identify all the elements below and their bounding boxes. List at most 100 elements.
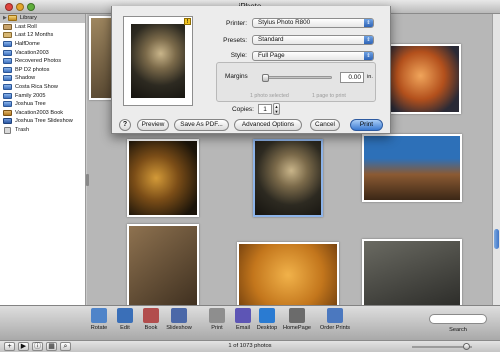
sidebar-item[interactable]: Last 12 Months [0, 31, 85, 40]
book-icon [143, 308, 159, 323]
album-icon [3, 58, 12, 65]
preview-photo [131, 24, 185, 98]
album-icon [3, 66, 12, 73]
toolbar-button-label: Order Prints [319, 325, 351, 331]
zoom-slider[interactable] [412, 343, 472, 350]
margins-slider-knob[interactable] [262, 74, 269, 82]
grid-scrollbar[interactable] [492, 14, 500, 305]
print-sheet: ! Printer: Stylus Photo R800 ⇕ Presets: … [111, 6, 391, 134]
sidebar-item[interactable]: HalfDome [0, 40, 85, 49]
photo-thumbnail[interactable] [127, 139, 199, 217]
source-list: ▶ Library Last Roll Last 12 Months HalfDome V… [0, 14, 86, 305]
sidebar-item-label: Vacation2003 [15, 49, 49, 56]
homepage-icon [289, 308, 305, 323]
keyword-icon[interactable]: ⌕ [60, 342, 71, 351]
sidebar-item-label: Vacation2003 Book [15, 109, 64, 116]
toolbar-button-label: Slideshow [166, 325, 192, 331]
preview-button[interactable]: Preview [137, 119, 169, 131]
disclosure-triangle-icon[interactable]: ▶ [3, 15, 7, 21]
sidebar-item-label: Trash [15, 127, 30, 134]
cancel-button[interactable]: Cancel [310, 119, 340, 131]
popup-arrows-icon: ⇕ [364, 19, 373, 27]
photo-thumbnail[interactable] [387, 44, 461, 114]
sidebar-item[interactable]: Joshua Tree Slideshow [0, 117, 85, 126]
toolbar-button-label: HomePage [283, 325, 311, 331]
sidebar-item[interactable]: Last Roll [0, 23, 85, 32]
style-label: Style: [230, 52, 247, 59]
sidebar-item[interactable]: Vacation2003 Book [0, 109, 85, 118]
sidebar-item-label: Joshua Tree Slideshow [15, 118, 73, 125]
sidebar-item[interactable]: Trash [0, 126, 85, 135]
status-bar: 1 of 1073 photos + ▶ ⓘ ▦ ⌕ [0, 340, 500, 352]
film-roll-icon [3, 23, 12, 30]
low-resolution-warning-icon: ! [184, 18, 191, 25]
printer-popup-value: Stylus Photo R800 [258, 19, 311, 26]
zoom-slider-knob[interactable] [463, 343, 470, 350]
sidebar-item-label: HalfDome [15, 41, 40, 48]
sidebar-item[interactable]: Vacation2003 [0, 48, 85, 57]
order-prints-button[interactable]: Order Prints [318, 308, 352, 331]
slideshow-button[interactable]: Slideshow [162, 308, 196, 331]
search-field[interactable] [429, 314, 487, 324]
scrollbar-thumb[interactable] [494, 229, 499, 249]
library-icon [7, 15, 17, 22]
album-icon [3, 101, 12, 108]
desktop-icon [259, 308, 275, 323]
calendar-icon[interactable]: ▦ [46, 342, 57, 351]
help-button[interactable]: ? [119, 119, 131, 131]
save-as-pdf-button[interactable]: Save As PDF... [174, 119, 229, 131]
sidebar-item[interactable]: BP D2 photos [0, 66, 85, 75]
margins-unit: in. [367, 74, 373, 80]
album-icon [3, 41, 12, 48]
add-icon[interactable]: + [4, 342, 15, 351]
slideshow-icon [3, 118, 12, 125]
sidebar-item-label: Shadow [15, 75, 36, 82]
print-icon [209, 308, 225, 323]
album-icon [3, 92, 12, 99]
sidebar-item[interactable]: Joshua Tree [0, 100, 85, 109]
desktop-button[interactable]: Desktop [250, 308, 284, 331]
album-icon [3, 49, 12, 56]
sidebar-item[interactable]: Family 2005 [0, 91, 85, 100]
email-icon [235, 308, 251, 323]
photo-thumbnail-selected[interactable] [253, 139, 323, 217]
copies-stepper[interactable]: ▲ ▼ [273, 103, 280, 115]
homepage-button[interactable]: HomePage [280, 308, 314, 331]
slideshow-icon [171, 308, 187, 323]
sidebar-item-label: Library [19, 15, 37, 22]
order-prints-icon [327, 308, 343, 323]
margins-field[interactable]: 0.00 [340, 72, 364, 83]
pages-to-print-note: 1 page to print [312, 93, 346, 99]
sidebar-item[interactable]: Recovered Photos [0, 57, 85, 66]
sidebar-item-label: Recovered Photos [15, 58, 62, 65]
sidebar-item[interactable]: ▶ Library [0, 14, 85, 23]
advanced-options-button[interactable]: Advanced Options [234, 119, 302, 131]
margins-group: Margins 0.00 in. 1 photo selected 1 page… [216, 62, 376, 102]
print-button[interactable]: Print [350, 119, 383, 131]
photo-thumbnail[interactable] [362, 134, 462, 202]
sidebar-item[interactable]: Shadow [0, 74, 85, 83]
style-popup[interactable]: Full Page ⇕ [252, 51, 374, 61]
album-icon [3, 84, 12, 91]
sidebar-item-label: BP D2 photos [15, 66, 50, 73]
photo-thumbnail[interactable] [237, 242, 339, 305]
photo-thumbnail[interactable] [127, 224, 199, 305]
search-label: Search [449, 327, 467, 333]
book-icon [3, 109, 12, 116]
presets-popup[interactable]: Standard ⇕ [252, 35, 374, 45]
photo-thumbnail[interactable] [362, 239, 462, 305]
popup-arrows-icon: ⇕ [364, 36, 373, 44]
album-icon [3, 75, 12, 82]
popup-arrows-icon: ⇕ [364, 52, 373, 60]
sidebar-item-label: Family 2005 [15, 92, 46, 99]
pane-splitter[interactable] [86, 174, 89, 186]
sidebar-item-label: Last Roll [15, 23, 37, 30]
calendar-icon [3, 32, 12, 39]
margins-slider[interactable] [262, 74, 332, 82]
info-icon[interactable]: ⓘ [32, 342, 43, 351]
printer-popup[interactable]: Stylus Photo R800 ⇕ [252, 18, 374, 28]
sidebar-item[interactable]: Costa Rica Show [0, 83, 85, 92]
copies-field[interactable]: 1 [258, 104, 272, 114]
play-icon[interactable]: ▶ [18, 342, 29, 351]
photos-selected-note: 1 photo selected [250, 93, 289, 99]
